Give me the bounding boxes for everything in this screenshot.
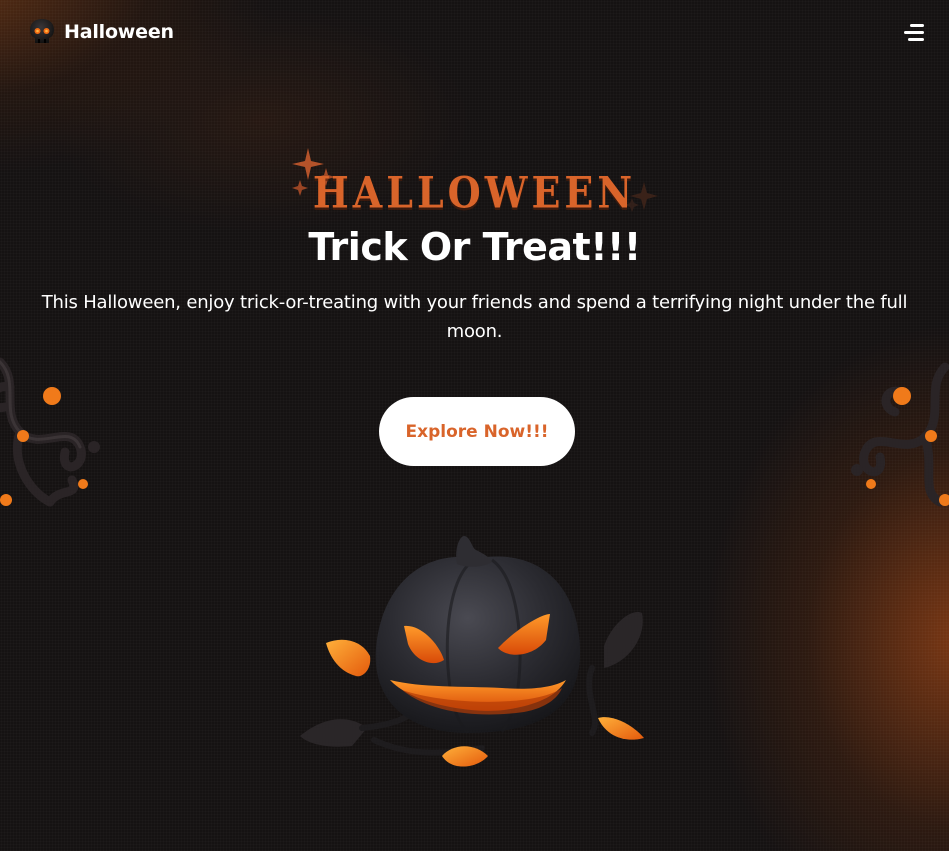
logo[interactable]: Halloween	[28, 16, 174, 48]
spooky-branch-icon	[0, 357, 100, 507]
headline: Trick Or Treat!!!	[308, 225, 641, 269]
hero-description: This Halloween, enjoy trick-or-treating …	[41, 292, 908, 342]
hamburger-menu-icon[interactable]	[900, 22, 926, 44]
skull-icon	[30, 19, 54, 43]
jack-o-lantern-icon	[300, 536, 644, 767]
brand-title: HALLOWEEN	[312, 167, 637, 218]
logo-text: Halloween	[64, 21, 174, 43]
spooky-branch-icon	[851, 362, 949, 507]
site-header: Halloween	[0, 0, 949, 64]
explore-now-button[interactable]: Explore Now!!!	[379, 397, 575, 466]
